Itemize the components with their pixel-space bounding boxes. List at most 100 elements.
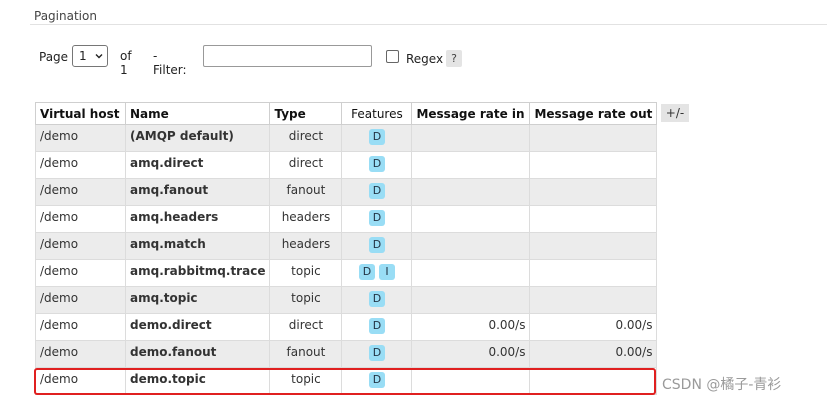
table-row[interactable]: /demo amq.headers headers D bbox=[35, 205, 658, 233]
features-cell: DI bbox=[341, 259, 413, 287]
page-select[interactable]: 1 bbox=[72, 45, 108, 67]
exchange-name-link[interactable]: demo.fanout bbox=[124, 340, 271, 368]
regex-checkbox[interactable] bbox=[386, 50, 399, 63]
feature-badge: D bbox=[368, 129, 385, 145]
table-header-row: Virtual host Name Type Features Message … bbox=[35, 102, 658, 125]
message-rate-in-cell bbox=[411, 124, 531, 152]
message-rate-out-cell bbox=[529, 367, 658, 395]
table-row[interactable]: /demo demo.direct direct D 0.00/s 0.00/s bbox=[35, 313, 658, 341]
page-count-label: of 1 bbox=[120, 49, 132, 77]
feature-badge: D bbox=[368, 156, 385, 172]
message-rate-out-cell bbox=[529, 205, 658, 233]
exchange-name-link[interactable]: demo.direct bbox=[124, 313, 271, 341]
vhost-cell: /demo bbox=[35, 151, 126, 179]
column-toggle-button[interactable]: +/- bbox=[661, 104, 689, 122]
type-cell: direct bbox=[269, 124, 343, 152]
type-cell: topic bbox=[269, 259, 343, 287]
page-select-value: 1 bbox=[79, 49, 87, 63]
column-header-virtual-host[interactable]: Virtual host bbox=[35, 102, 126, 125]
message-rate-in-cell bbox=[411, 259, 531, 287]
filter-input[interactable] bbox=[203, 45, 372, 67]
vhost-cell: /demo bbox=[35, 124, 126, 152]
column-header-message-rate-out[interactable]: Message rate out bbox=[529, 102, 658, 125]
feature-badge: D bbox=[358, 264, 375, 280]
column-header-type[interactable]: Type bbox=[269, 102, 343, 125]
feature-badge: D bbox=[368, 345, 385, 361]
table-row[interactable]: /demo demo.fanout fanout D 0.00/s 0.00/s bbox=[35, 340, 658, 368]
exchange-name-link[interactable]: amq.direct bbox=[124, 151, 271, 179]
features-cell: D bbox=[341, 124, 413, 152]
table-row[interactable]: /demo (AMQP default) direct D bbox=[35, 124, 658, 152]
type-cell: direct bbox=[269, 313, 343, 341]
type-cell: headers bbox=[269, 232, 343, 260]
vhost-cell: /demo bbox=[35, 340, 126, 368]
message-rate-out-cell bbox=[529, 286, 658, 314]
message-rate-in-cell bbox=[411, 151, 531, 179]
feature-badge: I bbox=[378, 264, 395, 280]
pagination-section-header: Pagination bbox=[30, 4, 827, 25]
type-cell: headers bbox=[269, 205, 343, 233]
vhost-cell: /demo bbox=[35, 286, 126, 314]
exchange-name-link[interactable]: amq.headers bbox=[124, 205, 271, 233]
column-header-name[interactable]: Name bbox=[124, 102, 271, 125]
message-rate-in-cell: 0.00/s bbox=[411, 313, 531, 341]
table-row[interactable]: /demo amq.match headers D bbox=[35, 232, 658, 260]
vhost-cell: /demo bbox=[35, 367, 126, 395]
message-rate-out-cell: 0.00/s bbox=[529, 313, 658, 341]
message-rate-in-cell bbox=[411, 178, 531, 206]
table-row[interactable]: /demo amq.fanout fanout D bbox=[35, 178, 658, 206]
feature-badge: D bbox=[368, 372, 385, 388]
features-cell: D bbox=[341, 367, 413, 395]
features-cell: D bbox=[341, 313, 413, 341]
feature-badge: D bbox=[368, 210, 385, 226]
exchange-name-link[interactable]: amq.fanout bbox=[124, 178, 271, 206]
type-cell: direct bbox=[269, 151, 343, 179]
vhost-cell: /demo bbox=[35, 205, 126, 233]
message-rate-out-cell bbox=[529, 259, 658, 287]
exchanges-table: Virtual host Name Type Features Message … bbox=[35, 102, 658, 395]
table-row[interactable]: /demo amq.direct direct D bbox=[35, 151, 658, 179]
exchange-name-link[interactable]: demo.topic bbox=[124, 367, 271, 395]
exchange-name-link[interactable]: (AMQP default) bbox=[124, 124, 271, 152]
type-cell: fanout bbox=[269, 340, 343, 368]
chevron-down-icon bbox=[95, 54, 103, 59]
feature-badge: D bbox=[368, 318, 385, 334]
message-rate-out-cell: 0.00/s bbox=[529, 340, 658, 368]
type-cell: fanout bbox=[269, 178, 343, 206]
features-cell: D bbox=[341, 205, 413, 233]
filter-label: - Filter: bbox=[153, 49, 187, 77]
regex-help-button[interactable]: ? bbox=[446, 50, 462, 67]
features-cell: D bbox=[341, 340, 413, 368]
column-header-message-rate-in[interactable]: Message rate in bbox=[411, 102, 531, 125]
exchange-name-link[interactable]: amq.topic bbox=[124, 286, 271, 314]
vhost-cell: /demo bbox=[35, 232, 126, 260]
message-rate-in-cell bbox=[411, 367, 531, 395]
message-rate-out-cell bbox=[529, 151, 658, 179]
table-body: /demo (AMQP default) direct D/demo amq.direc… bbox=[35, 124, 658, 395]
table-row[interactable]: /demo demo.topic topic D bbox=[35, 367, 658, 395]
section-title: Pagination bbox=[34, 9, 97, 23]
message-rate-in-cell: 0.00/s bbox=[411, 340, 531, 368]
vhost-cell: /demo bbox=[35, 259, 126, 287]
message-rate-in-cell bbox=[411, 286, 531, 314]
exchange-name-link[interactable]: amq.rabbitmq.trace bbox=[124, 259, 271, 287]
exchange-name-link[interactable]: amq.match bbox=[124, 232, 271, 260]
feature-badge: D bbox=[368, 291, 385, 307]
features-cell: D bbox=[341, 232, 413, 260]
type-cell: topic bbox=[269, 367, 343, 395]
message-rate-out-cell bbox=[529, 124, 658, 152]
features-cell: D bbox=[341, 178, 413, 206]
feature-badge: D bbox=[368, 183, 385, 199]
column-header-features: Features bbox=[341, 102, 413, 125]
message-rate-out-cell bbox=[529, 178, 658, 206]
feature-badge: D bbox=[368, 237, 385, 253]
table-row[interactable]: /demo amq.topic topic D bbox=[35, 286, 658, 314]
message-rate-out-cell bbox=[529, 232, 658, 260]
message-rate-in-cell bbox=[411, 205, 531, 233]
vhost-cell: /demo bbox=[35, 178, 126, 206]
type-cell: topic bbox=[269, 286, 343, 314]
features-cell: D bbox=[341, 151, 413, 179]
features-cell: D bbox=[341, 286, 413, 314]
watermark: CSDN @橘子-青衫 bbox=[662, 377, 782, 393]
table-row[interactable]: /demo amq.rabbitmq.trace topic D I bbox=[35, 259, 658, 287]
